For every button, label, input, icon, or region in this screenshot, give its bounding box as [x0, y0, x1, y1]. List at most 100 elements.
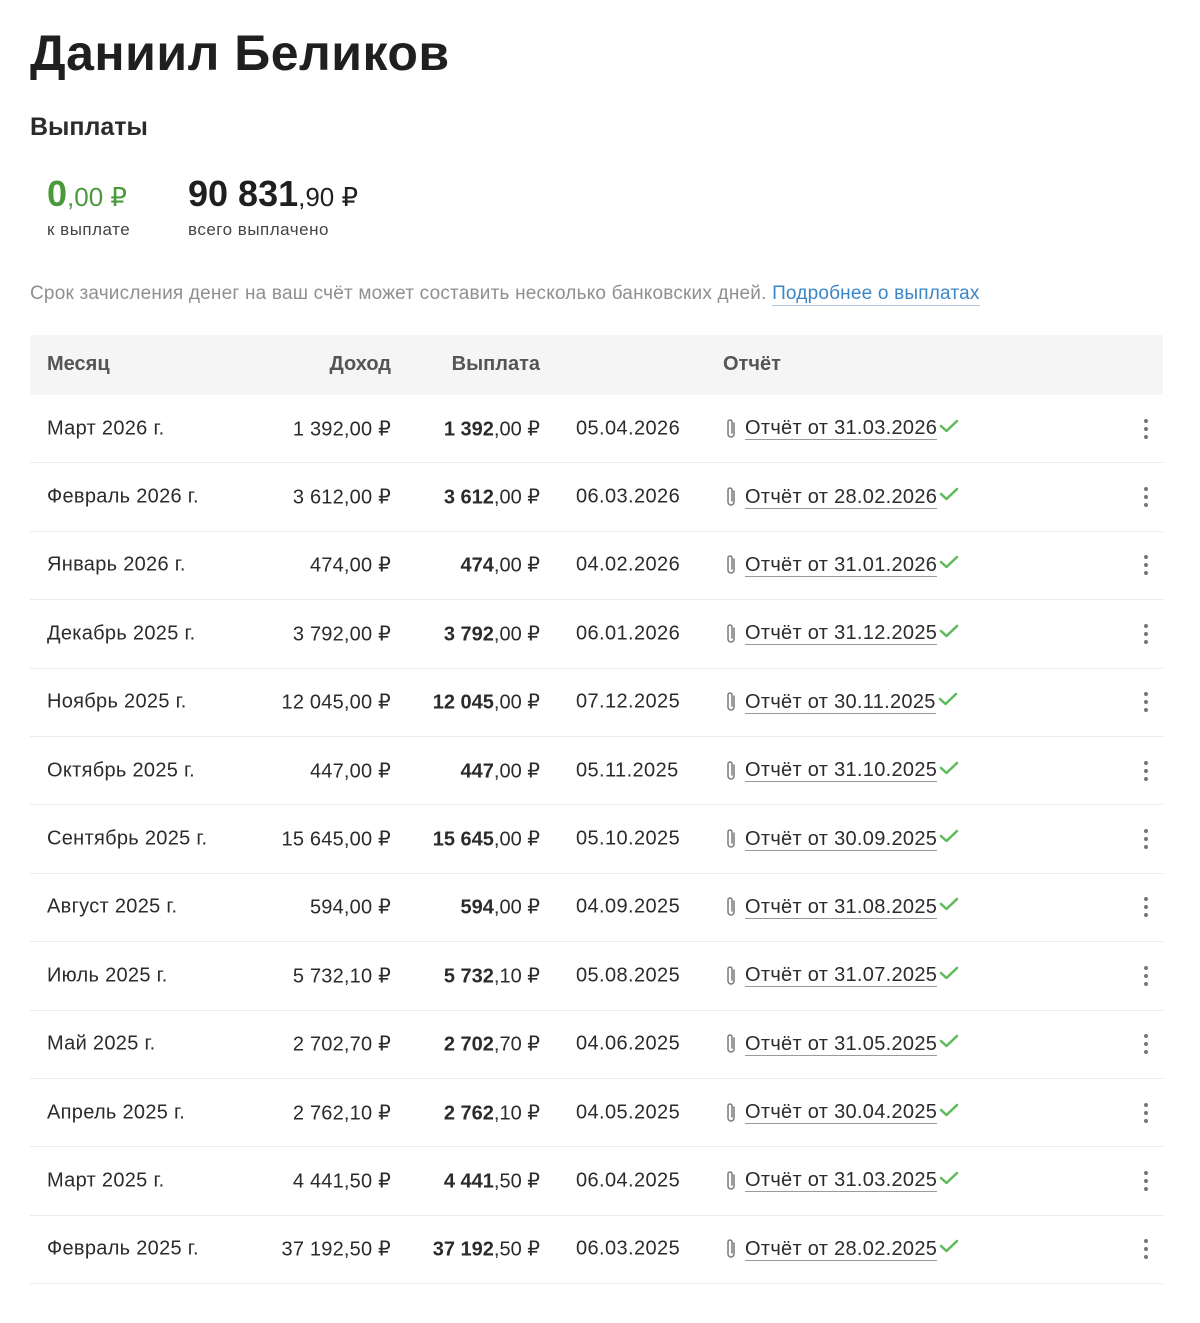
row-payout: 2 762,10 ₽: [443, 1102, 540, 1125]
row-income: 3 792,00 ₽: [292, 623, 391, 646]
due-label: к выплате: [47, 220, 131, 239]
row-report: Отчёт от 31.03.2026: [723, 417, 959, 441]
paperclip-icon: [723, 1237, 739, 1261]
row-menu-button[interactable]: [1137, 826, 1155, 852]
dot-icon: [1144, 426, 1148, 431]
row-payout-date: 04.09.2025: [576, 895, 681, 918]
check-icon: [939, 964, 959, 980]
row-payout-date: 05.11.2025: [576, 759, 679, 782]
dot-icon: [1144, 1102, 1148, 1107]
report-link[interactable]: Отчёт от 31.01.2026: [745, 554, 938, 577]
paperclip-icon: [723, 622, 739, 646]
row-month: Февраль 2026 г.: [47, 485, 199, 508]
check-icon: [938, 690, 958, 706]
dot-icon: [1144, 700, 1148, 705]
row-income: 5 732,10 ₽: [292, 965, 391, 988]
row-menu-button[interactable]: [1137, 689, 1155, 715]
page-title: Даниил Беликов: [30, 25, 450, 81]
row-menu-button[interactable]: [1137, 552, 1155, 578]
row-month: Апрель 2025 г.: [47, 1101, 186, 1124]
total-amount: 90 831,90 ₽: [188, 173, 359, 214]
row-payout: 4 441,50 ₽: [443, 1170, 540, 1193]
report-link[interactable]: Отчёт от 31.07.2025: [745, 964, 938, 988]
report-link[interactable]: Отчёт от 31.10.2025: [745, 759, 938, 783]
row-menu-button[interactable]: [1137, 621, 1155, 647]
check-icon: [939, 1101, 959, 1117]
dot-icon: [1144, 776, 1148, 781]
dot-icon: [1144, 1034, 1148, 1039]
row-payout: 15 645,00 ₽: [432, 828, 540, 851]
row-menu-button[interactable]: [1137, 1168, 1155, 1194]
dot-icon: [1144, 631, 1148, 636]
report-link[interactable]: Отчёт от 31.03.2025: [745, 1169, 938, 1193]
report-link[interactable]: Отчёт от 31.08.2025: [745, 896, 938, 919]
check-icon: [939, 1169, 959, 1185]
table-row: Июль 2025 г. 5 732,10 ₽ 5 732,10 ₽ 05.08.20…: [30, 942, 1163, 1011]
row-menu-button[interactable]: [1137, 963, 1155, 989]
row-menu-button[interactable]: [1137, 1236, 1155, 1262]
report-link[interactable]: Отчёт от 28.02.2026: [745, 486, 938, 509]
dot-icon: [1144, 973, 1148, 978]
row-report: Отчёт от 30.09.2025: [723, 827, 959, 851]
row-menu-button[interactable]: [1137, 1031, 1155, 1057]
table-row: Октябрь 2025 г. 447,00 ₽ 447,00 ₽ 05.11.202…: [30, 737, 1163, 806]
payouts-info-link[interactable]: Подробнее о выплатах: [772, 283, 980, 306]
paperclip-icon: [723, 417, 739, 441]
table-row: Май 2025 г. 2 702,70 ₽ 2 702,70 ₽ 04.06.202…: [30, 1011, 1163, 1079]
row-menu-button[interactable]: [1137, 1100, 1155, 1126]
paperclip-icon: [723, 553, 739, 577]
notice-text: Срок зачисления денег на ваш счёт может …: [30, 283, 767, 304]
row-income: 474,00 ₽: [309, 554, 391, 577]
check-icon: [939, 1237, 959, 1253]
report-link[interactable]: Отчёт от 31.12.2025: [745, 622, 938, 646]
dot-icon: [1144, 1239, 1148, 1244]
row-month: Сентябрь 2025 г.: [47, 827, 208, 850]
row-month: Октябрь 2025 г.: [47, 759, 196, 782]
row-payout: 447,00 ₽: [460, 760, 540, 783]
header-month: Месяц: [47, 353, 110, 375]
dot-icon: [1144, 692, 1148, 697]
payouts-table: Месяц Доход Выплата Отчёт Март 2026 г. 1 …: [30, 335, 1163, 1285]
row-menu-button[interactable]: [1137, 416, 1155, 442]
row-report: Отчёт от 31.12.2025: [723, 622, 959, 646]
row-report: Отчёт от 30.04.2025: [723, 1101, 959, 1125]
paperclip-icon: [723, 1169, 739, 1193]
check-icon: [939, 759, 959, 775]
row-menu-button[interactable]: [1137, 894, 1155, 920]
row-month: Март 2026 г.: [47, 417, 165, 440]
row-report: Отчёт от 31.01.2026: [723, 553, 959, 577]
paperclip-icon: [723, 964, 739, 988]
row-payout: 3 792,00 ₽: [443, 623, 540, 646]
row-income: 2 762,10 ₽: [292, 1102, 391, 1125]
row-month: Январь 2026 г.: [47, 553, 186, 576]
report-link[interactable]: Отчёт от 31.05.2025: [745, 1033, 938, 1056]
dot-icon: [1144, 434, 1148, 439]
report-link[interactable]: Отчёт от 30.04.2025: [745, 1101, 938, 1125]
table-row: Сентябрь 2025 г. 15 645,00 ₽ 15 645,00 ₽ 05…: [30, 805, 1163, 874]
row-report: Отчёт от 30.11.2025: [723, 690, 958, 714]
check-icon: [939, 485, 959, 501]
row-report: Отчёт от 31.03.2025: [723, 1169, 959, 1193]
row-report: Отчёт от 31.08.2025: [723, 895, 959, 919]
report-link[interactable]: Отчёт от 30.09.2025: [745, 828, 938, 851]
row-menu-button[interactable]: [1137, 758, 1155, 784]
dot-icon: [1144, 555, 1148, 560]
table-row: Ноябрь 2025 г. 12 045,00 ₽ 12 045,00 ₽ 07.1…: [30, 669, 1163, 737]
dot-icon: [1144, 623, 1148, 628]
row-payout-date: 04.05.2025: [576, 1101, 681, 1124]
dot-icon: [1144, 708, 1148, 713]
table-header: Месяц Доход Выплата Отчёт: [30, 335, 1163, 395]
row-income: 12 045,00 ₽: [281, 691, 391, 714]
report-link[interactable]: Отчёт от 31.03.2026: [745, 417, 938, 441]
report-link[interactable]: Отчёт от 30.11.2025: [745, 691, 936, 714]
row-payout-date: 07.12.2025: [576, 690, 681, 713]
row-menu-button[interactable]: [1137, 484, 1155, 510]
report-link[interactable]: Отчёт от 28.02.2025: [745, 1238, 938, 1261]
dot-icon: [1144, 768, 1148, 773]
row-month: Ноябрь 2025 г.: [47, 690, 187, 713]
table-row: Февраль 2026 г. 3 612,00 ₽ 3 612,00 ₽ 06.03…: [30, 463, 1163, 532]
row-income: 1 392,00 ₽: [292, 418, 391, 441]
dot-icon: [1144, 845, 1148, 850]
dot-icon: [1144, 571, 1148, 576]
table-body: Март 2026 г. 1 392,00 ₽ 1 392,00 ₽ 05.04.20…: [30, 395, 1163, 1285]
